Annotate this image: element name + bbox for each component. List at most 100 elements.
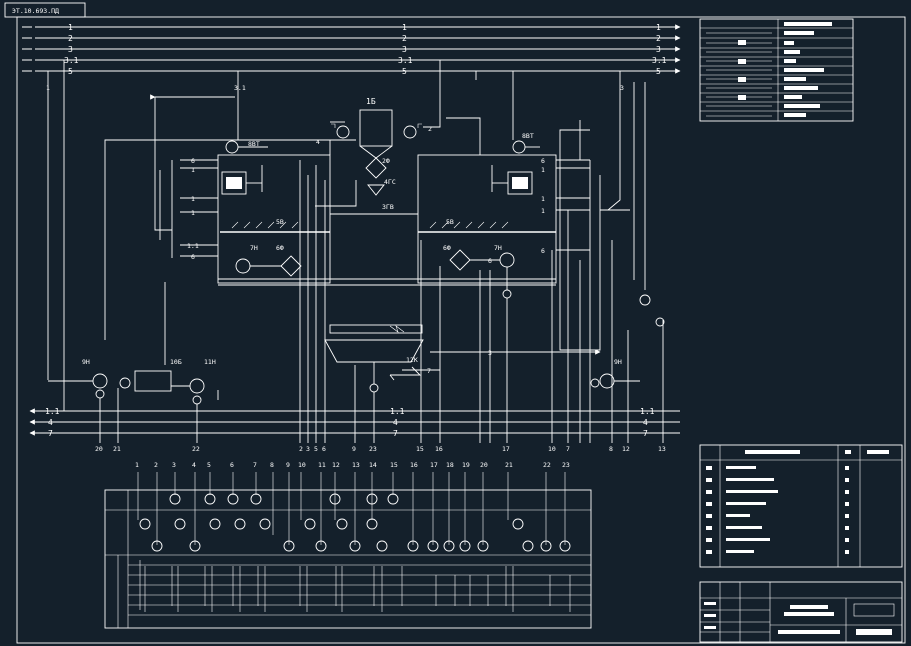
bus-label: 1.1 [390,407,405,416]
filter-6f-right: 6Ф [443,244,471,271]
filter-6f-left-label: 6Ф [276,244,284,252]
heater-5v-right-label: 5В [446,218,454,226]
instrument-signal-traces [139,560,571,612]
instrument-number: 4 [192,461,196,469]
stream-label: 6 [191,253,195,261]
heater-5v-left-label: 5В [276,218,284,226]
settler-12k: 12К [324,324,424,393]
bus-label: 1 [68,23,73,32]
top-bus-labels: 1 2 3 3.1 5 1 2 3 3.1 5 1 2 3 3.1 5 [64,23,667,76]
dryer-4gs: 4ГС 3ГВ [367,178,396,211]
filter-6f-left: 6Ф [276,244,302,277]
fan-8vt-right-label: 8ВТ [522,132,534,140]
instrument-number: 12 [332,461,340,469]
instrument-number: 17 [430,461,438,469]
pump-9n-right: 9Н [590,294,665,389]
main-housing [217,154,557,286]
stamp-box: ЭТ.10.693.ПД [4,2,86,18]
pipe-number: 17 [502,445,510,453]
stream-label: 6 [191,157,195,165]
title-block [699,581,903,643]
bus-label: 5 [68,67,73,76]
unit-12k-label: 12К [406,356,418,364]
instrument-number: 9 [286,461,290,469]
instrument-number: 21 [505,461,513,469]
instrument-number: 3 [172,461,176,469]
instrument-number: 6 [230,461,234,469]
bottom-pipe-numbers: 20 21 22 2 3 5 6 9 23 15 16 17 10 7 8 12… [95,445,666,453]
piping-network [47,60,664,443]
filter-2f-label: 2Ф [382,157,390,165]
bus-label: 3.1 [64,56,79,65]
instrument-number: 18 [446,461,454,469]
stream-label: 1 [191,166,195,174]
pipe-number: 9 [352,445,356,453]
instrument-number: 5 [207,461,211,469]
instrument-number: 14 [369,461,377,469]
pipe-number: 21 [113,445,121,453]
pipe-number: 6 [322,445,326,453]
instrument-column-numbers: 1 2 3 4 5 6 7 8 9 10 11 12 13 14 15 16 1… [135,461,570,469]
bus-label: 3 [68,45,73,54]
instrument-number: 23 [562,461,570,469]
fan-8vt-right: 8ВТ [512,132,540,154]
instrument-number: 13 [352,461,360,469]
bus-label: 3.1 [398,56,413,65]
pump-11n-label: 11Н [204,358,216,366]
instrument-number: 22 [543,461,551,469]
stamp-text: ЭТ.10.693.ПД [12,7,59,15]
legend-table-top [699,18,854,122]
stream-label: 6 [541,157,545,165]
top-bus-lines [22,24,681,74]
valve-3gv-label: 3ГВ [382,203,394,211]
pump-7n-left-label: 7Н [250,244,258,252]
process-flow-diagram: ЭТ.10.693.ПД 1 2 3 3.1 5 1 2 3 3.1 5 1 2… [4,2,906,644]
bus-label: 4 [393,418,398,427]
dryer-4gs-label: 4ГС [384,178,396,186]
tank-1b-label: 1Б [366,97,376,106]
bus-label: 5 [656,67,661,76]
instrument-number: 10 [298,461,306,469]
pipe-number: 16 [435,445,443,453]
bus-label: 3 [402,45,407,54]
pipe-number: 7 [566,445,570,453]
bus-label: 1 [656,23,661,32]
stream-label: 6 [488,257,492,265]
stream-label: 1 [541,166,545,174]
right-stream-labels: 6 1 1 1 6 [541,157,545,255]
stream-label: 1 [191,209,195,217]
spec-table-bottom [699,444,903,568]
pipe-number: 23 [369,445,377,453]
stream-label: 3.1 [234,84,246,92]
bus-label: 5 [402,67,407,76]
pipe-number: 15 [416,445,424,453]
instrument-leader-lines [137,472,566,545]
stream-label: 1 [46,84,50,92]
stream-label: 1 [191,195,195,203]
pump-9n-left: 9Н [48,358,108,399]
instrument-number: 8 [270,461,274,469]
pump-7n-right: 7Н [470,244,515,299]
stream-label: 7 [427,367,431,375]
bus-label: 2 [656,34,661,43]
bus-label: 2 [68,34,73,43]
tank-1b: 1Б [331,97,422,159]
stream-label: 6 [541,247,545,255]
filter-2f: 2Ф [365,157,390,179]
pipe-number: 8 [609,445,613,453]
pump-7n-right-label: 7Н [494,244,502,252]
pipe-number: 13 [658,445,666,453]
left-stream-labels: 6 1 1 1 1.1 6 [187,157,199,261]
stream-label: 4 [316,138,320,146]
bus-label: 1.1 [640,407,655,416]
pipe-number: 5 [314,445,318,453]
pipe-number: 10 [548,445,556,453]
bus-label: 4 [48,418,53,427]
pipe-number: 3 [306,445,310,453]
instrument-number: 15 [390,461,398,469]
tank-10b-label: 10Б [170,358,182,366]
fan-8vt-left-label: 8ВТ [248,140,260,148]
instrument-number: 16 [410,461,418,469]
bus-label: 1 [402,23,407,32]
instrument-number: 19 [462,461,470,469]
